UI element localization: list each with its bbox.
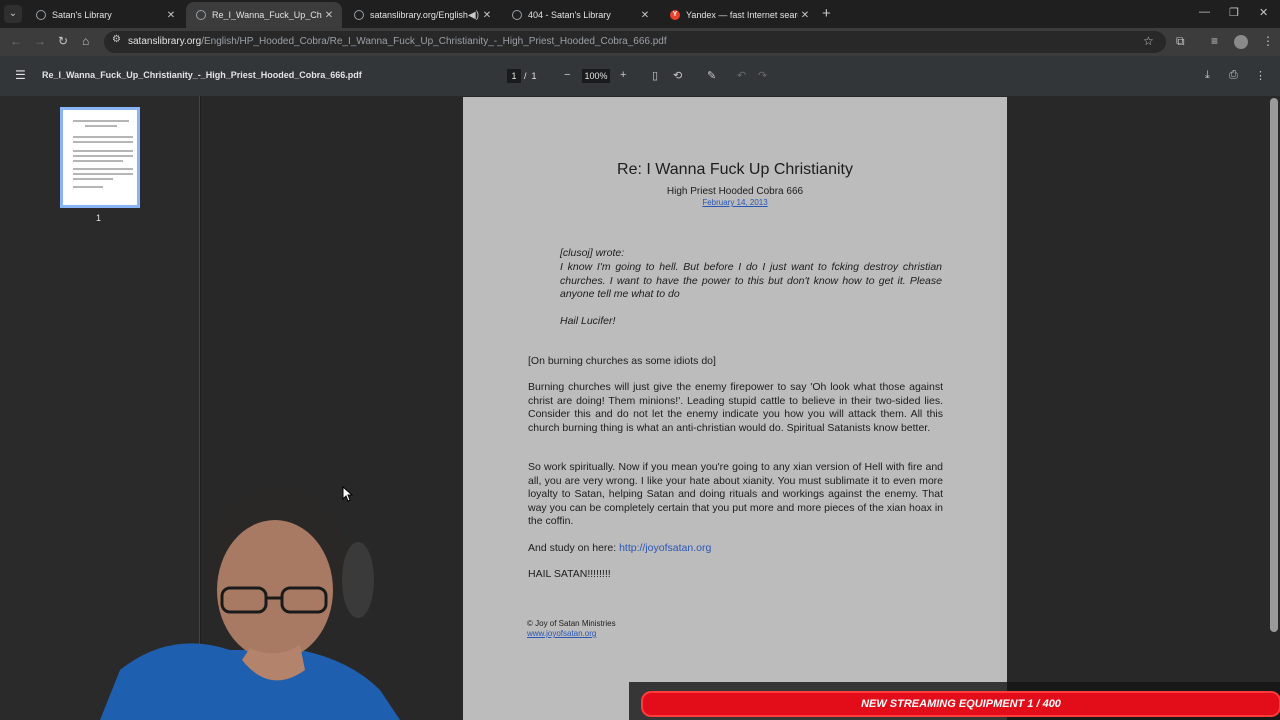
- streamer-figure: [100, 487, 400, 720]
- tab-search-button[interactable]: ⌄: [4, 5, 22, 23]
- more-menu-icon[interactable]: ⋮: [1262, 34, 1274, 48]
- globe-icon: [196, 10, 206, 20]
- paragraph-1: Burning churches will just give the enem…: [528, 381, 943, 434]
- bookmark-star-icon[interactable]: ☆: [1143, 34, 1154, 48]
- context-note: [On burning churches as some idiots do]: [528, 355, 716, 367]
- thumb-line: [73, 141, 133, 143]
- document-date-link[interactable]: February 14, 2013: [463, 198, 1007, 207]
- page-number-input[interactable]: 1: [507, 69, 521, 83]
- tab-404[interactable]: 404 - Satan's Library ✕: [502, 2, 658, 28]
- close-window-icon[interactable]: ✕: [1259, 6, 1268, 19]
- page-total: 1: [531, 71, 537, 81]
- restore-icon[interactable]: ❐: [1229, 6, 1239, 19]
- thumb-line: [73, 136, 133, 138]
- page-thumbnail[interactable]: [60, 107, 140, 208]
- tab-title: satanslibrary.org/English/H: [370, 10, 468, 20]
- page-count: / 1: [524, 71, 537, 81]
- close-icon[interactable]: ✕: [322, 10, 336, 21]
- zoom-input[interactable]: 100%: [582, 69, 610, 83]
- tab-satanslibrary-english[interactable]: satanslibrary.org/English/H ◀) ✕: [344, 2, 500, 28]
- thumb-line: [73, 120, 129, 122]
- annotate-icon[interactable]: ✎: [707, 69, 716, 82]
- print-icon[interactable]: ⎙: [1229, 69, 1238, 82]
- footer-copyright: © Joy of Satan Ministries: [527, 619, 616, 628]
- yandex-icon: Y: [670, 10, 680, 20]
- zoom-in-icon[interactable]: +: [620, 69, 626, 81]
- globe-icon: [36, 10, 46, 20]
- page-separator: /: [524, 71, 527, 81]
- quote-header: [clusoj] wrote:: [560, 247, 625, 259]
- stream-goal-banner: NEW STREAMING EQUIPMENT 1 / 400: [641, 691, 1280, 717]
- thumb-line: [73, 150, 133, 152]
- tab-title: Satan's Library: [52, 10, 112, 20]
- minimize-icon[interactable]: —: [1199, 6, 1210, 18]
- close-icon[interactable]: ✕: [638, 10, 652, 21]
- zoom-out-icon[interactable]: −: [564, 69, 570, 81]
- webcam-overlay: [100, 460, 420, 720]
- tab-title: Re_I_Wanna_Fuck_Up_Christiani: [212, 10, 322, 20]
- home-icon[interactable]: ⌂: [82, 34, 89, 48]
- download-icon[interactable]: ⤓: [1205, 69, 1210, 82]
- browser-toolbar: ← → ↻ ⌂ satanslibrary.org/English/HP_Hoo…: [0, 28, 1280, 56]
- quote-signature: Hail Lucifer!: [560, 315, 616, 327]
- new-tab-button[interactable]: +: [822, 5, 831, 22]
- joyofsatan-link[interactable]: http://joyofsatan.org: [619, 542, 711, 554]
- vertical-scrollbar[interactable]: [1270, 98, 1278, 632]
- pdf-more-icon[interactable]: ⋮: [1255, 69, 1266, 82]
- media-controls-icon[interactable]: ≡: [1211, 34, 1218, 48]
- redo-icon[interactable]: ↷: [758, 69, 767, 82]
- rotate-icon[interactable]: ⟲: [673, 69, 682, 82]
- closing-line: HAIL SATAN!!!!!!!!: [528, 568, 611, 580]
- extensions-icon[interactable]: ⧉: [1176, 34, 1185, 49]
- tab-satans-library[interactable]: Satan's Library ✕: [26, 2, 184, 28]
- sidebar-menu-icon[interactable]: ☰: [15, 68, 26, 82]
- tab-pdf-active[interactable]: Re_I_Wanna_Fuck_Up_Christiani ✕: [186, 2, 342, 28]
- address-path: /English/HP_Hooded_Cobra/Re_I_Wanna_Fuck…: [201, 36, 667, 47]
- pdf-filename: Re_I_Wanna_Fuck_Up_Christianity_-_High_P…: [42, 70, 362, 80]
- close-icon[interactable]: ✕: [798, 10, 812, 21]
- thumb-line: [73, 186, 103, 188]
- pdf-toolbar: ☰ Re_I_Wanna_Fuck_Up_Christianity_-_High…: [0, 56, 1280, 96]
- profile-avatar-icon[interactable]: [1234, 35, 1248, 49]
- quote-body: I know I'm going to hell. But before I d…: [560, 261, 942, 300]
- mouse-cursor-icon: [342, 486, 354, 502]
- back-icon[interactable]: ←: [10, 34, 22, 48]
- close-icon[interactable]: ✕: [164, 10, 178, 21]
- globe-icon: [512, 10, 522, 20]
- document-author: High Priest Hooded Cobra 666: [666, 186, 804, 197]
- audio-icon[interactable]: ◀): [468, 10, 479, 21]
- tab-strip: ⌄ Satan's Library ✕ Re_I_Wanna_Fuck_Up_C…: [0, 0, 1280, 28]
- globe-icon: [354, 10, 364, 20]
- thumb-line: [73, 178, 113, 180]
- tab-title: Yandex — fast Internet search: [686, 10, 798, 20]
- thumb-line: [73, 173, 133, 175]
- study-line: And study on here: http://joyofsatan.org: [528, 542, 943, 556]
- thumb-line: [73, 160, 123, 162]
- document-title: Re: I Wanna Fuck Up Christianity: [617, 161, 853, 178]
- tab-title: 404 - Satan's Library: [528, 10, 611, 20]
- tab-yandex[interactable]: Y Yandex — fast Internet search ✕: [660, 2, 818, 28]
- thumbnail-page-number: 1: [96, 213, 102, 223]
- thumb-line: [73, 168, 133, 170]
- paragraph-2: So work spiritually. Now if you mean you…: [528, 461, 943, 527]
- address-host: satanslibrary.org: [128, 36, 202, 47]
- fit-page-icon[interactable]: ▯: [652, 69, 658, 82]
- undo-icon[interactable]: ↶: [737, 69, 746, 82]
- pdf-page: Re: I Wanna Fuck Up Christianity High Pr…: [463, 97, 1007, 720]
- address-bar[interactable]: satanslibrary.org/English/HP_Hooded_Cobr…: [104, 31, 1166, 53]
- thumb-line: [73, 155, 133, 157]
- footer-link[interactable]: www.joyofsatan.org: [527, 629, 596, 638]
- study-prefix: And study on here:: [528, 542, 620, 554]
- reload-icon[interactable]: ↻: [58, 34, 68, 48]
- thumb-line: [85, 125, 117, 127]
- forward-icon[interactable]: →: [34, 34, 46, 48]
- site-info-icon[interactable]: ⚙: [112, 34, 121, 45]
- close-icon[interactable]: ✕: [480, 10, 494, 21]
